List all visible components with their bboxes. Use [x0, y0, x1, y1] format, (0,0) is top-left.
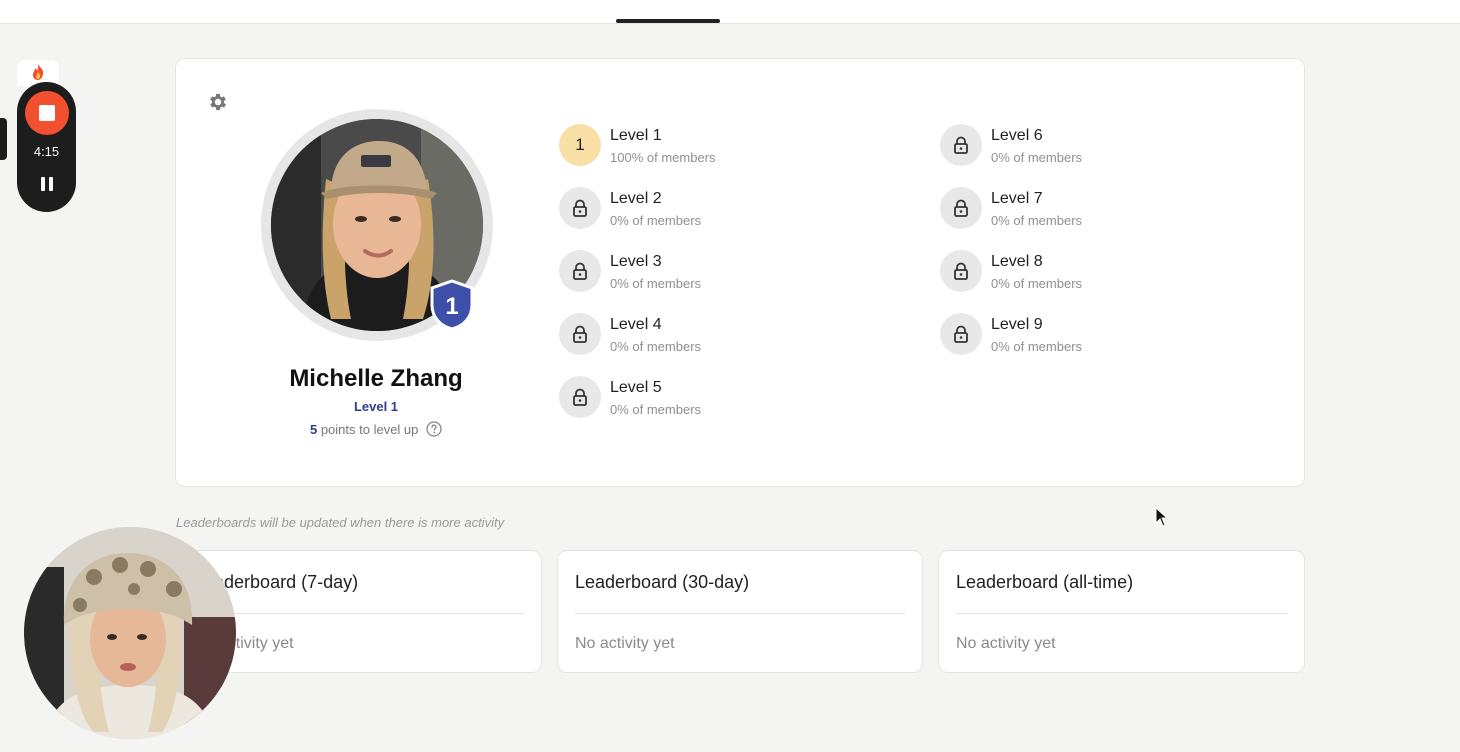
- flame-icon: [32, 64, 44, 80]
- profile-avatar-ring: 1: [261, 109, 493, 341]
- leaderboard-empty-state: No activity yet: [956, 635, 1056, 652]
- lock-icon: [573, 325, 587, 343]
- question-circle-icon[interactable]: [426, 421, 442, 437]
- level-name: Level 5: [610, 379, 662, 396]
- gear-icon[interactable]: [207, 91, 229, 113]
- level-number: 1: [575, 135, 585, 154]
- lock-icon: [573, 388, 587, 406]
- level-name: Level 7: [991, 190, 1043, 207]
- level-lock-circle: [940, 124, 982, 166]
- level-item-5: Level 5 0% of members: [559, 376, 819, 420]
- level-name: Level 6: [991, 127, 1043, 144]
- mouse-cursor-icon: [1155, 507, 1169, 527]
- top-nav-bar: [0, 0, 1460, 24]
- level-percent: 0% of members: [610, 402, 702, 417]
- level-name: Level 2: [610, 190, 662, 207]
- level-lock-circle: [940, 187, 982, 229]
- side-drag-handle[interactable]: [0, 118, 7, 160]
- profile-name: Michelle Zhang: [289, 365, 463, 392]
- level-name: Level 4: [610, 316, 662, 333]
- level-lock-circle: [559, 376, 601, 418]
- pause-icon[interactable]: [39, 176, 55, 192]
- leaderboard-30-day-card: Leaderboard (30-day) No activity yet: [557, 550, 923, 673]
- level-lock-circle: [559, 250, 601, 292]
- level-name: Level 9: [991, 316, 1043, 333]
- level-percent: 0% of members: [610, 339, 702, 354]
- lock-icon: [573, 199, 587, 217]
- webcam-feed: [24, 527, 236, 739]
- divider: [194, 613, 524, 614]
- level-name: Level 8: [991, 253, 1043, 270]
- level-item-2: Level 2 0% of members: [559, 187, 819, 231]
- recording-timer: 4:15: [33, 144, 60, 159]
- level-lock-circle: [940, 313, 982, 355]
- stop-icon: [39, 105, 55, 121]
- points-text: points to level up: [317, 422, 419, 437]
- level-percent: 0% of members: [991, 276, 1083, 291]
- level-item-8: Level 8 0% of members: [940, 250, 1200, 294]
- level-item-7: Level 7 0% of members: [940, 187, 1200, 231]
- level-item-4: Level 4 0% of members: [559, 313, 819, 357]
- divider: [956, 613, 1287, 614]
- level-item-3: Level 3 0% of members: [559, 250, 819, 294]
- screen-recorder-widget: 4:15: [17, 82, 76, 212]
- level-lock-circle: [559, 187, 601, 229]
- shield-icon: 1: [430, 279, 474, 331]
- lock-icon: [954, 325, 968, 343]
- level-lock-circle: [940, 250, 982, 292]
- lock-icon: [954, 199, 968, 217]
- level-item-9: Level 9 0% of members: [940, 313, 1200, 357]
- leaderboard-empty-state: No activity yet: [575, 635, 675, 652]
- level-percent: 0% of members: [610, 213, 702, 228]
- webcam-bubble[interactable]: [24, 527, 236, 739]
- level-percent: 100% of members: [610, 150, 716, 165]
- level-item-6: Level 6 0% of members: [940, 124, 1200, 168]
- active-tab-indicator: [616, 19, 720, 23]
- level-percent: 0% of members: [991, 150, 1083, 165]
- level-number-circle: 1: [559, 124, 601, 166]
- points-to-level-up: 5 points to level up: [176, 421, 576, 437]
- lock-icon: [954, 262, 968, 280]
- level-name: Level 3: [610, 253, 662, 270]
- divider: [575, 613, 905, 614]
- leaderboard-note: Leaderboards will be updated when there …: [176, 515, 505, 530]
- leaderboard-title: Leaderboard (30-day): [575, 572, 750, 592]
- badge-number: 1: [445, 293, 458, 320]
- stop-recording-button[interactable]: [25, 91, 69, 135]
- profile-levels-card: 1 Michelle Zhang Level 1 5 points to lev…: [175, 58, 1305, 487]
- leaderboard-all-time-card: Leaderboard (all-time) No activity yet: [938, 550, 1305, 673]
- level-name: Level 1: [610, 127, 662, 144]
- level-item-1: 1 Level 1 100% of members: [559, 124, 819, 168]
- level-percent: 0% of members: [991, 213, 1083, 228]
- lock-icon: [573, 262, 587, 280]
- leaderboard-title: Leaderboard (all-time): [956, 572, 1134, 592]
- level-percent: 0% of members: [991, 339, 1083, 354]
- level-percent: 0% of members: [610, 276, 702, 291]
- lock-icon: [954, 136, 968, 154]
- profile-level-label: Level 1: [353, 399, 399, 414]
- level-lock-circle: [559, 313, 601, 355]
